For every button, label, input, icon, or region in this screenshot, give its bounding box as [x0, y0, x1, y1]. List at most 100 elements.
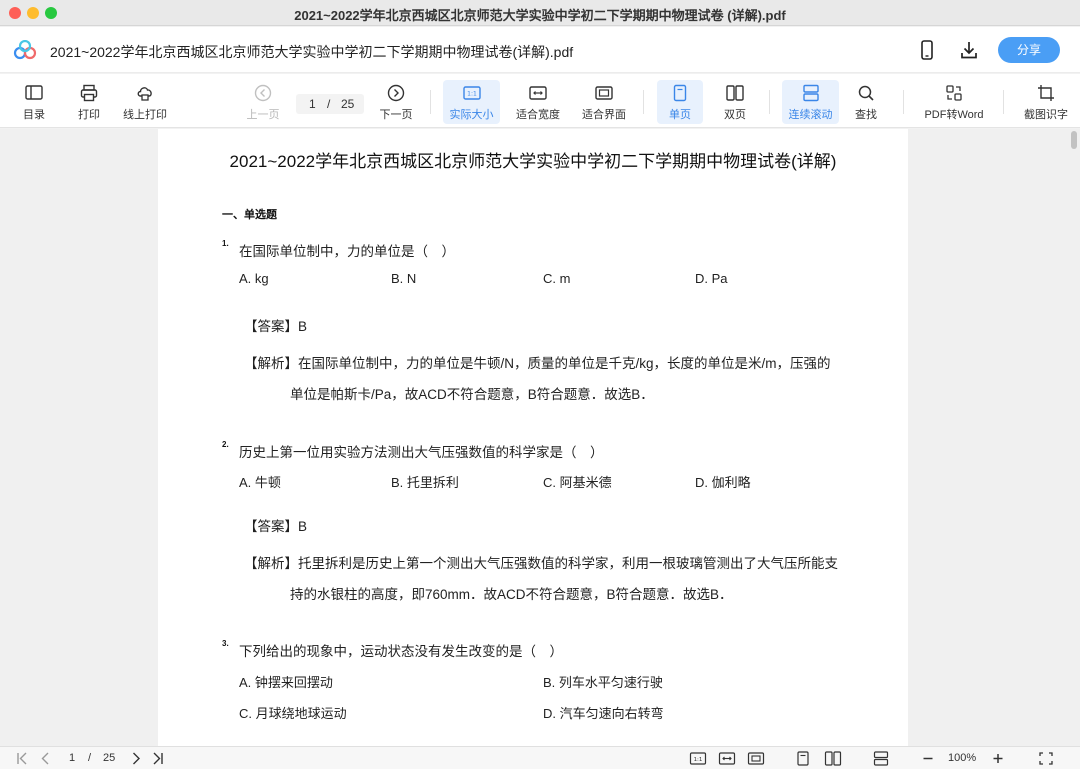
toolbar-divider [1003, 90, 1004, 114]
zoom-out-icon[interactable] [921, 750, 935, 767]
toolbar-divider [643, 90, 644, 114]
last-page-icon[interactable] [150, 750, 166, 767]
sidebar-icon [25, 85, 43, 100]
arrow-left-circle-icon [254, 84, 272, 102]
prev-page-button[interactable]: 上一页 [243, 80, 283, 124]
double-page-icon [726, 85, 744, 101]
pdf-to-word-label: PDF转Word [924, 109, 984, 121]
screenshot-ocr-button[interactable]: 截图识字 [1018, 80, 1074, 124]
online-print-label: 线上打印 [123, 109, 167, 121]
question-number: 1. [222, 239, 229, 248]
toolbar-divider [430, 90, 431, 114]
bottom-current-page[interactable]: 1 [69, 752, 75, 764]
share-button[interactable]: 分享 [998, 37, 1060, 63]
analysis-text-continued: 单位是帕斯卡/Pa，故ACD不符合题意，B符合题意．故选B． [290, 387, 654, 402]
svg-text:1:1: 1:1 [694, 757, 703, 763]
answer-text: 【答案】B [244, 519, 308, 534]
fit-width-icon[interactable] [718, 750, 736, 767]
page-separator: / [327, 97, 331, 111]
document-title: 2021~2022学年北京西城区北京师范大学实验中学初二下学期期中物理试卷(详解… [50, 44, 574, 60]
option-c: C. m [543, 271, 571, 286]
single-page-label: 单页 [669, 109, 691, 121]
option-a: A. kg [239, 271, 269, 286]
app-header: 2021~2022学年北京西城区北京师范大学实验中学初二下学期期中物理试卷(详解… [0, 27, 1080, 73]
single-page-icon[interactable] [795, 750, 811, 767]
single-page-button[interactable]: 单页 [657, 80, 703, 124]
app-logo-icon [13, 40, 37, 60]
toc-button[interactable]: 目录 [14, 80, 54, 124]
current-page: 1 [309, 97, 316, 111]
double-page-button[interactable]: 双页 [713, 80, 757, 124]
actual-size-icon[interactable]: 1:1 [689, 750, 707, 767]
actual-size-label: 实际大小 [449, 109, 494, 121]
bottom-total-pages: 25 [103, 752, 116, 764]
printer-icon [80, 84, 98, 102]
arrow-right-circle-icon [387, 84, 405, 102]
continuous-scroll-label: 连续滚动 [788, 109, 833, 121]
next-page-button[interactable]: 下一页 [376, 80, 416, 124]
option-b: B. 列车水平匀速行驶 [543, 675, 663, 690]
vertical-scrollbar[interactable] [1068, 129, 1080, 746]
option-a: A. 钟摆来回摆动 [239, 675, 333, 690]
bottom-page-separator: / [88, 752, 92, 764]
question-number: 3. [222, 639, 229, 648]
svg-text:1:1: 1:1 [467, 91, 477, 98]
window-title: 2021~2022学年北京西城区北京师范大学实验中学初二下学期期中物理试卷 (详… [294, 8, 786, 23]
cloud-print-icon [137, 87, 152, 101]
prev-page-label: 上一页 [246, 109, 280, 121]
actual-size-button[interactable]: 1:1 实际大小 [443, 80, 500, 124]
actual-size-icon: 1:1 [462, 86, 481, 100]
fullscreen-icon[interactable] [1038, 750, 1054, 767]
question-text: 下列给出的现象中，运动状态没有发生改变的是（ ） [239, 644, 563, 659]
option-c: C. 月球绕地球运动 [239, 706, 347, 721]
analysis-text-continued: 持的水银柱的高度，即760mm．故ACD不符合题意，B符合题意．故选B． [290, 587, 733, 602]
fit-page-icon[interactable] [747, 750, 765, 767]
print-button[interactable]: 打印 [69, 80, 109, 124]
prev-page-icon[interactable] [39, 750, 53, 767]
fit-page-icon [595, 86, 613, 100]
download-icon[interactable] [958, 39, 980, 61]
fit-page-button[interactable]: 适合界面 [578, 80, 630, 124]
option-b: B. 托里拆利 [391, 475, 459, 490]
page-title: 2021~2022学年北京西城区北京师范大学实验中学初二下学期期中物理试卷(详解… [229, 152, 837, 171]
first-page-icon[interactable] [15, 750, 31, 767]
page-number-input[interactable]: 1 / 25 [296, 94, 364, 114]
answer-text: 【答案】B [244, 319, 308, 334]
double-page-icon[interactable] [824, 750, 842, 767]
search-icon [858, 85, 874, 101]
toolbar-divider [769, 90, 770, 114]
option-a: A. 牛顿 [239, 475, 281, 490]
document-viewer[interactable]: 2021~2022学年北京西城区北京师范大学实验中学初二下学期期中物理试卷(详解… [0, 129, 1080, 746]
phone-icon[interactable] [916, 39, 938, 61]
fit-width-button[interactable]: 适合宽度 [512, 80, 564, 124]
pdf-to-word-button[interactable]: PDF转Word [921, 80, 987, 124]
section-heading: 一、单选题 [222, 209, 277, 221]
option-c: C. 阿基米德 [543, 475, 612, 490]
online-print-button[interactable]: 线上打印 [119, 80, 171, 124]
fit-width-label: 适合宽度 [516, 109, 560, 121]
find-label: 查找 [855, 109, 877, 121]
convert-icon [946, 85, 962, 101]
next-page-label: 下一页 [379, 109, 413, 121]
zoom-level[interactable]: 100% [948, 752, 976, 764]
crop-icon [1038, 85, 1054, 101]
analysis-text: 【解析】托里拆利是历史上第一个测出大气压强数值的科学家，利用一根玻璃管测出了大气… [244, 556, 838, 571]
question-text: 历史上第一位用实验方法测出大气压强数值的科学家是（ ） [239, 445, 604, 460]
next-page-icon[interactable] [129, 750, 143, 767]
option-d: D. Pa [695, 271, 728, 286]
option-d: D. 伽利略 [695, 475, 751, 490]
print-label: 打印 [78, 109, 100, 121]
find-button[interactable]: 查找 [848, 80, 884, 124]
continuous-scroll-button[interactable]: 连续滚动 [782, 80, 839, 124]
fit-width-icon [529, 86, 547, 100]
zoom-in-icon[interactable] [991, 750, 1005, 767]
scrollbar-thumb[interactable] [1071, 131, 1077, 149]
option-b: B. N [391, 271, 417, 286]
fit-page-label: 适合界面 [582, 109, 626, 121]
toolbar: 目录 打印 线上打印 上一页 1 / 25 下一页 1:1 实际大小 适合宽度 … [0, 74, 1080, 128]
continuous-scroll-icon [802, 84, 819, 102]
screenshot-ocr-label: 截图识字 [1024, 109, 1068, 121]
continuous-scroll-icon[interactable] [872, 750, 890, 767]
option-d: D. 汽车匀速向右转弯 [543, 706, 664, 721]
single-page-icon [673, 84, 687, 102]
